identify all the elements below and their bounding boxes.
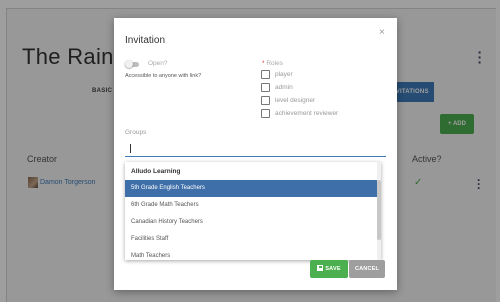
groups-label: Groups [125,129,147,136]
groups-dropdown: Alludo Learning 5th Grade English Teache… [125,162,381,260]
dropdown-option[interactable]: 6th Grade Math Teachers [125,197,380,214]
role-label: player [275,71,293,78]
dropdown-option[interactable]: Canadian History Teachers [125,214,380,231]
save-button-label: SAVE [325,266,341,272]
dropdown-scrollbar-thumb[interactable] [377,180,381,240]
roles-label-text: Roles [266,60,283,67]
role-checkbox[interactable] [261,109,270,118]
dropdown-option[interactable]: Math Teachers [125,248,380,260]
open-toggle-help: Accessible to anyone with link? [125,73,202,79]
role-label: level designer [275,97,316,104]
role-checkbox[interactable] [261,96,270,105]
toggle-thumb [125,60,133,68]
dropdown-option[interactable]: Facilities Staff [125,231,380,248]
open-toggle-label: Open? [148,60,168,67]
role-label: achievement reviewer [275,110,339,117]
role-checkbox[interactable] [261,83,270,92]
required-mark: * [262,60,265,67]
invitation-dialog: Invitation × Open? Accessible to anyone … [114,18,397,290]
roles-label: * Roles [262,60,283,67]
role-label: admin [275,84,293,91]
save-icon [317,265,324,271]
close-icon[interactable]: × [379,28,385,38]
role-checkbox[interactable] [261,70,270,79]
groups-input[interactable] [125,141,386,157]
text-caret [130,144,131,153]
dialog-title: Invitation [125,35,166,46]
dropdown-group-header: Alludo Learning [131,168,181,175]
dropdown-option[interactable]: 5th Grade English Teachers [125,180,380,197]
save-button[interactable]: SAVE [310,260,348,278]
open-toggle[interactable] [125,60,139,68]
cancel-button[interactable]: CANCEL [349,260,385,278]
